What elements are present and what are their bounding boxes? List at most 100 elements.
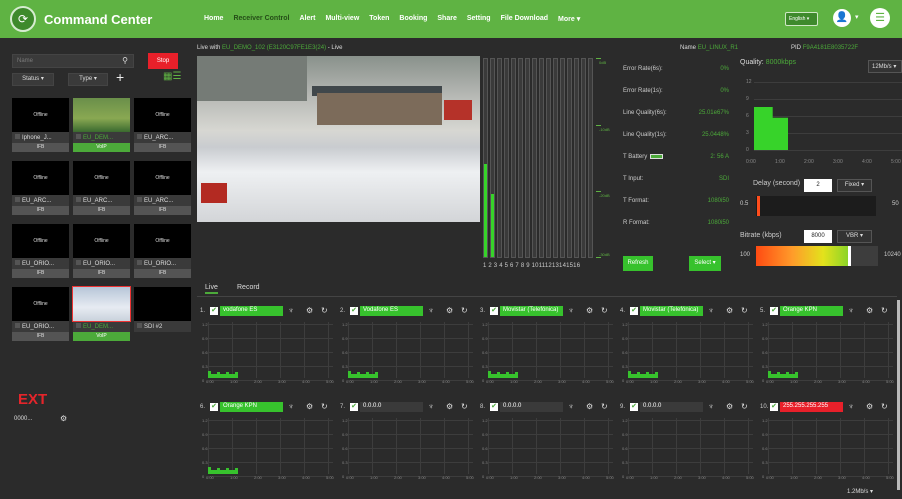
device-tile[interactable]: Offline EU_ARC... IFB [134, 161, 191, 218]
device-thumbnail[interactable]: Offline [73, 161, 130, 195]
device-tile[interactable]: Offline Iphone_J... IFB [12, 98, 69, 155]
refresh-icon[interactable]: ↻ [881, 402, 888, 411]
delay-slider-handle[interactable] [757, 196, 760, 216]
delay-mode-select[interactable]: Fixed ▾ [837, 179, 872, 192]
bitrate-mode-select[interactable]: VBR ▾ [837, 230, 872, 243]
menu-icon[interactable]: ☰ [870, 8, 890, 28]
type-filter[interactable]: Type ▾ [68, 73, 108, 86]
add-icon[interactable]: + [116, 69, 124, 85]
tab-record[interactable]: Record [237, 284, 260, 291]
refresh-icon[interactable]: ↻ [601, 306, 608, 315]
settings-icon[interactable]: ⚙ [726, 402, 733, 411]
quality-speed-select[interactable]: 12Mb/s ▾ [868, 60, 902, 73]
device-tile[interactable]: EU_DEM... VoIP [72, 286, 131, 344]
device-thumbnail[interactable]: Offline [134, 224, 191, 258]
delay-slider[interactable] [756, 196, 876, 216]
nav-item-7[interactable]: Setting [467, 15, 491, 23]
delay-input[interactable]: 2 [804, 179, 832, 192]
status-filter[interactable]: Status ▾ [12, 73, 54, 86]
refresh-icon[interactable]: ↻ [741, 306, 748, 315]
signal-icon[interactable]: ♆ [428, 306, 434, 315]
tab-live[interactable]: Live [205, 284, 218, 294]
search-icon[interactable]: ⚲ [122, 56, 128, 65]
settings-icon[interactable]: ⚙ [866, 306, 873, 315]
signal-icon[interactable]: ♆ [428, 402, 434, 411]
device-thumbnail[interactable]: Offline [134, 161, 191, 195]
bitrate-slider-handle[interactable] [848, 246, 851, 266]
live-video[interactable] [197, 56, 480, 222]
nav-item-5[interactable]: Booking [399, 15, 427, 23]
carrier-checkbox[interactable]: ✔ [770, 307, 778, 315]
bitrate-slider[interactable] [756, 246, 878, 266]
device-thumbnail[interactable]: Offline [12, 98, 69, 132]
device-tile[interactable]: Offline EU_ARC... IFB [134, 98, 191, 155]
carrier-checkbox[interactable]: ✔ [630, 403, 638, 411]
user-icon[interactable]: 👤 [833, 9, 851, 27]
device-thumbnail[interactable] [72, 286, 131, 322]
device-tile[interactable]: Offline EU_ORIO... IFB [12, 224, 69, 281]
settings-icon[interactable]: ⚙ [586, 306, 593, 315]
refresh-icon[interactable]: ↻ [461, 306, 468, 315]
refresh-icon[interactable]: ↻ [741, 402, 748, 411]
signal-icon[interactable]: ♆ [568, 306, 574, 315]
settings-icon[interactable]: ⚙ [306, 402, 313, 411]
device-thumbnail[interactable]: Offline [134, 98, 191, 132]
settings-icon[interactable]: ⚙ [60, 414, 67, 423]
device-tile[interactable]: Offline EU_ARC... IFB [73, 161, 130, 218]
carrier-checkbox[interactable]: ✔ [770, 403, 778, 411]
ext-label[interactable]: EXT [18, 391, 47, 408]
device-thumbnail[interactable]: Offline [12, 224, 69, 258]
refresh-icon[interactable]: ↻ [601, 402, 608, 411]
nav-item-2[interactable]: Alert [299, 15, 315, 23]
device-thumbnail[interactable]: Offline [73, 224, 130, 258]
device-tile[interactable]: EU_DEM... VoIP [73, 98, 130, 155]
nav-item-1[interactable]: Receiver Control [233, 15, 289, 23]
settings-icon[interactable]: ⚙ [446, 402, 453, 411]
refresh-icon[interactable]: ↻ [321, 306, 328, 315]
select-button[interactable]: Select ▾ [689, 256, 721, 271]
nav-item-0[interactable]: Home [204, 15, 223, 23]
device-tile[interactable]: SDI #2 [134, 287, 191, 344]
carrier-checkbox[interactable]: ✔ [490, 403, 498, 411]
signal-icon[interactable]: ♆ [708, 306, 714, 315]
bitrate-input[interactable]: 8000 [804, 230, 832, 243]
user-menu-caret[interactable]: ▾ [855, 13, 859, 21]
refresh-button[interactable]: Refresh [623, 256, 653, 271]
device-tile[interactable]: Offline EU_ORIO... IFB [73, 224, 130, 281]
refresh-icon[interactable]: ↻ [321, 402, 328, 411]
carrier-checkbox[interactable]: ✔ [350, 307, 358, 315]
nav-item-8[interactable]: File Download [501, 15, 548, 23]
settings-icon[interactable]: ⚙ [726, 306, 733, 315]
footer-speed-select[interactable]: 1.2Mb/s ▾ [847, 488, 873, 495]
device-tile[interactable]: Offline EU_ARC... IFB [12, 161, 69, 218]
settings-icon[interactable]: ⚙ [446, 306, 453, 315]
panels-scrollbar[interactable] [897, 300, 900, 490]
carrier-checkbox[interactable]: ✔ [210, 307, 218, 315]
signal-icon[interactable]: ♆ [288, 306, 294, 315]
signal-icon[interactable]: ♆ [848, 306, 854, 315]
carrier-checkbox[interactable]: ✔ [490, 307, 498, 315]
settings-icon[interactable]: ⚙ [866, 402, 873, 411]
settings-icon[interactable]: ⚙ [586, 402, 593, 411]
nav-item-4[interactable]: Token [369, 15, 389, 23]
device-thumbnail[interactable]: Offline [12, 161, 69, 195]
mini-device-label[interactable]: 0000... [14, 416, 32, 422]
language-select[interactable]: English ▾ [785, 12, 818, 26]
search-input[interactable]: Name ⚲ [12, 54, 134, 68]
nav-item-9[interactable]: More ▾ [558, 15, 580, 23]
signal-icon[interactable]: ♆ [568, 402, 574, 411]
device-thumbnail[interactable] [134, 287, 191, 321]
device-thumbnail[interactable] [73, 98, 130, 132]
carrier-checkbox[interactable]: ✔ [210, 403, 218, 411]
carrier-checkbox[interactable]: ✔ [630, 307, 638, 315]
refresh-icon[interactable]: ↻ [461, 402, 468, 411]
stop-button[interactable]: Stop [148, 53, 178, 69]
view-toggle-icon[interactable]: ▦☰ [163, 71, 181, 82]
device-tile[interactable]: Offline EU_ORIO... IFB [134, 224, 191, 281]
carrier-checkbox[interactable]: ✔ [350, 403, 358, 411]
device-tile[interactable]: Offline EU_ORIO... IFB [12, 287, 69, 344]
signal-icon[interactable]: ♆ [708, 402, 714, 411]
signal-icon[interactable]: ♆ [288, 402, 294, 411]
refresh-icon[interactable]: ↻ [881, 306, 888, 315]
nav-item-6[interactable]: Share [437, 15, 456, 23]
